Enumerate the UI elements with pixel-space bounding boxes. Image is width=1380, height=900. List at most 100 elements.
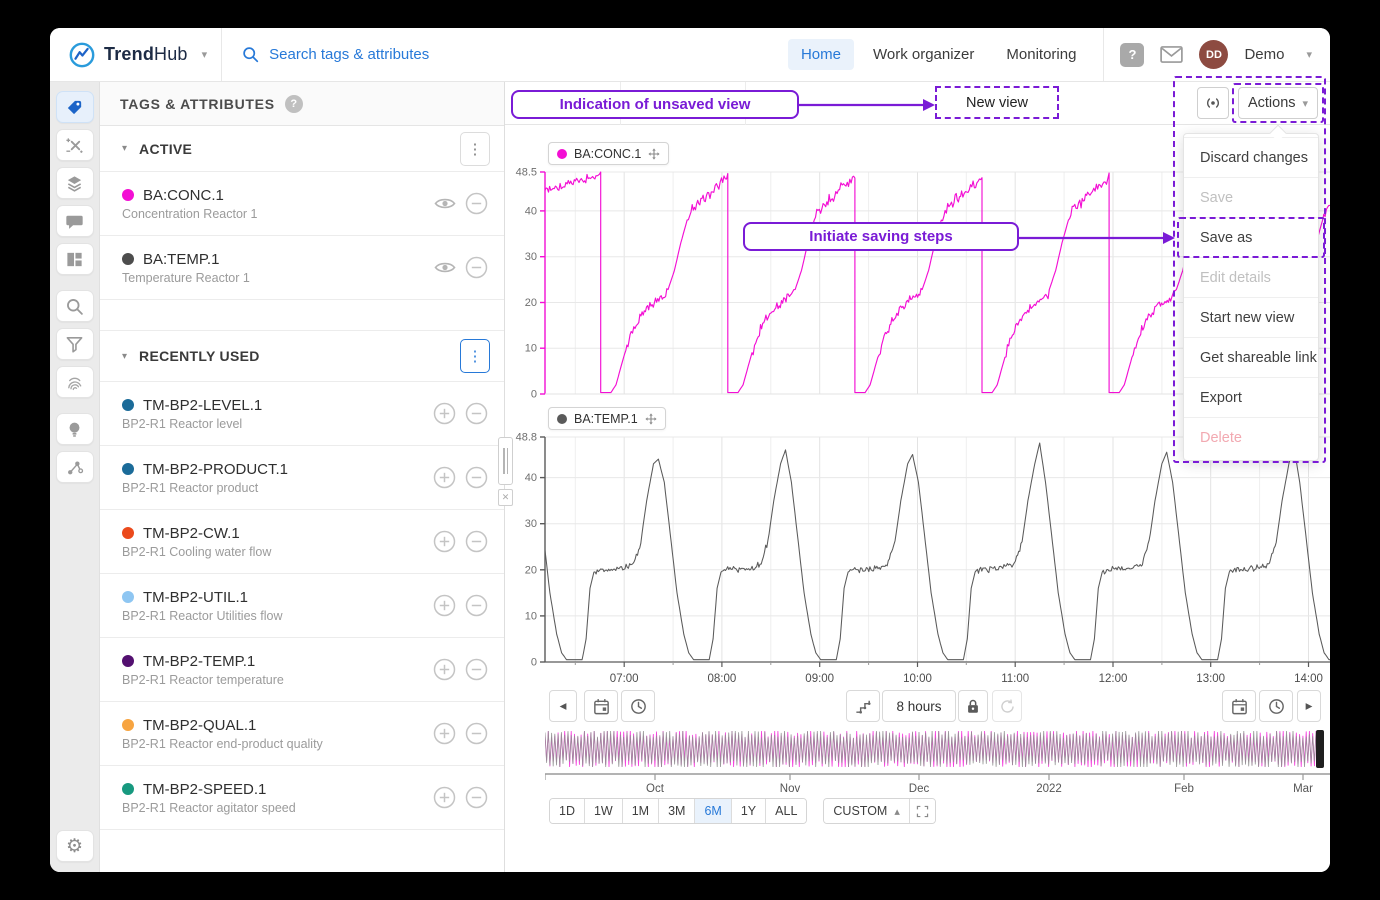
legend-chip-conc[interactable]: BA:CONC.1 bbox=[548, 142, 670, 165]
tag-row[interactable]: TM-BP2-LEVEL.1 BP2-R1 Reactor level bbox=[100, 382, 504, 446]
preset-1y[interactable]: 1Y bbox=[730, 799, 766, 823]
avatar[interactable]: DD bbox=[1199, 40, 1229, 69]
user-name[interactable]: Demo bbox=[1244, 46, 1284, 63]
tag-row[interactable]: BA:CONC.1 Concentration Reactor 1 bbox=[100, 172, 504, 236]
tag-row[interactable]: TM-BP2-UTIL.1 BP2-R1 Reactor Utilities fl… bbox=[100, 574, 504, 638]
sidebar-search-button[interactable] bbox=[55, 290, 94, 322]
tag-row-controls bbox=[433, 466, 488, 489]
panel-collapse-button[interactable]: ✕ bbox=[498, 489, 513, 506]
menu-item-save-as[interactable]: Save as bbox=[1184, 217, 1318, 257]
chevron-down-icon[interactable]: ▾ bbox=[1306, 48, 1312, 61]
add-circle-icon[interactable] bbox=[433, 466, 456, 489]
remove-circle-icon[interactable] bbox=[465, 658, 488, 681]
brand[interactable]: TrendHub ▾ bbox=[50, 28, 223, 81]
section-header-active[interactable]: ▾ ACTIVE ⋮ bbox=[100, 126, 504, 172]
chevron-down-icon: ▾ bbox=[1302, 97, 1309, 110]
chevron-down-icon[interactable]: ▾ bbox=[202, 48, 208, 61]
tags-panel-header: TAGS & ATTRIBUTES ? bbox=[100, 82, 504, 126]
preset-3m[interactable]: 3M bbox=[658, 799, 695, 823]
remove-circle-icon[interactable] bbox=[465, 530, 488, 553]
sidebar-lightbulb-button[interactable] bbox=[55, 413, 94, 445]
tag-color-dot bbox=[122, 783, 134, 795]
search-bar[interactable]: Search tags & attributes bbox=[222, 46, 788, 63]
preset-1m[interactable]: 1M bbox=[621, 799, 659, 823]
tag-row[interactable]: TM-BP2-TEMP.1 BP2-R1 Reactor temperature bbox=[100, 638, 504, 702]
menu-item-start-new-view[interactable]: Start new view bbox=[1184, 297, 1318, 337]
tag-name: TM-BP2-QUAL.1 bbox=[143, 716, 257, 734]
move-icon[interactable] bbox=[645, 412, 657, 425]
sidebar-dashboard-button[interactable] bbox=[55, 243, 94, 275]
lock-icon bbox=[968, 699, 978, 713]
add-circle-icon[interactable] bbox=[433, 658, 456, 681]
mail-icon[interactable] bbox=[1160, 46, 1184, 63]
trend-chart-temp[interactable]: 0 10 20 30 40 48.8 07:00 08:00 09:00 10:00 11:00 12… bbox=[505, 427, 1330, 717]
tag-row[interactable]: TM-BP2-CW.1 BP2-R1 Cooling water flow bbox=[100, 510, 504, 574]
legend-chip-temp[interactable]: BA:TEMP.1 bbox=[548, 407, 666, 430]
start-time-button[interactable] bbox=[621, 690, 655, 722]
sidebar-tag-button[interactable] bbox=[55, 91, 94, 123]
add-circle-icon[interactable] bbox=[433, 594, 456, 617]
pan-right-button[interactable]: ▸ bbox=[1297, 690, 1321, 722]
sidebar-graph-button[interactable] bbox=[55, 451, 94, 483]
sidebar-filter-button[interactable] bbox=[55, 328, 94, 360]
section-label: ACTIVE bbox=[139, 140, 193, 157]
lock-duration-button[interactable] bbox=[958, 690, 988, 722]
end-date-button[interactable] bbox=[1222, 690, 1256, 722]
tag-name: TM-BP2-UTIL.1 bbox=[143, 588, 249, 606]
menu-item-get-shareable-link[interactable]: Get shareable link bbox=[1184, 337, 1318, 377]
remove-circle-icon[interactable] bbox=[465, 722, 488, 745]
chart-area: New view Actions ▾ Indication of unsaved… bbox=[505, 76, 1330, 872]
menu-item-discard-changes[interactable]: Discard changes bbox=[1184, 137, 1318, 177]
preset-1d[interactable]: 1D bbox=[550, 799, 584, 823]
actions-button[interactable]: Actions ▾ bbox=[1238, 87, 1318, 119]
remove-circle-icon[interactable] bbox=[465, 786, 488, 809]
expand-range-button[interactable] bbox=[908, 799, 935, 823]
sidebar-comment-button[interactable] bbox=[55, 205, 94, 237]
sidebar-formula-button[interactable] bbox=[55, 129, 94, 161]
panel-help-icon[interactable]: ? bbox=[284, 94, 303, 113]
context-bar[interactable]: Oct Nov Dec 2022 Feb Mar bbox=[545, 730, 1330, 794]
sidebar-fingerprint-button[interactable] bbox=[55, 366, 94, 398]
add-circle-icon[interactable] bbox=[433, 722, 456, 745]
pan-left-button[interactable]: ◂ bbox=[549, 690, 577, 722]
nav-link-monitoring[interactable]: Monitoring bbox=[993, 39, 1089, 70]
preset-all[interactable]: ALL bbox=[765, 799, 807, 823]
nav-link-work-organizer[interactable]: Work organizer bbox=[860, 39, 987, 70]
section-header-recently-used[interactable]: ▾ RECENTLY USED ⋮ bbox=[100, 330, 504, 382]
view-title[interactable]: New view bbox=[935, 87, 1059, 119]
remove-circle-icon[interactable] bbox=[465, 466, 488, 489]
add-circle-icon[interactable] bbox=[433, 530, 456, 553]
tag-row[interactable]: TM-BP2-QUAL.1 BP2-R1 Reactor end-product … bbox=[100, 702, 504, 766]
clock-icon bbox=[630, 698, 646, 714]
remove-circle-icon[interactable] bbox=[465, 402, 488, 425]
add-circle-icon[interactable] bbox=[433, 402, 456, 425]
move-icon[interactable] bbox=[648, 147, 660, 160]
preset-6m[interactable]: 6M bbox=[694, 799, 731, 823]
help-icon[interactable]: ? bbox=[1120, 42, 1145, 67]
remove-circle-icon[interactable] bbox=[465, 256, 488, 279]
tag-row[interactable]: TM-BP2-PRODUCT.1 BP2-R1 Reactor product bbox=[100, 446, 504, 510]
duration-button[interactable]: 8 hours bbox=[882, 690, 956, 722]
tag-row[interactable]: BA:TEMP.1 Temperature Reactor 1 bbox=[100, 236, 504, 300]
start-date-button[interactable] bbox=[584, 690, 618, 722]
tag-name: BA:TEMP.1 bbox=[143, 250, 220, 268]
context-slider-handle bbox=[1316, 730, 1324, 768]
eye-icon[interactable] bbox=[434, 260, 456, 275]
menu-item-export[interactable]: Export bbox=[1184, 377, 1318, 417]
add-circle-icon[interactable] bbox=[433, 786, 456, 809]
end-time-button[interactable] bbox=[1259, 690, 1293, 722]
compare-mode-button[interactable] bbox=[846, 690, 880, 722]
sidebar-settings-button[interactable]: ⚙ bbox=[55, 830, 94, 862]
sidebar-layers-button[interactable] bbox=[55, 167, 94, 199]
nav-link-home[interactable]: Home bbox=[787, 39, 854, 70]
remove-circle-icon[interactable] bbox=[465, 192, 488, 215]
section-menu-button[interactable]: ⋮ bbox=[460, 131, 490, 166]
eye-icon[interactable] bbox=[434, 196, 456, 211]
remove-circle-icon[interactable] bbox=[465, 594, 488, 617]
custom-range-button[interactable]: CUSTOM ▴ bbox=[824, 799, 909, 823]
panel-resize-handle[interactable] bbox=[498, 437, 513, 485]
preset-1w[interactable]: 1W bbox=[583, 799, 622, 823]
live-mode-button[interactable] bbox=[1197, 87, 1229, 119]
tag-row[interactable]: TM-BP2-SPEED.1 BP2-R1 Reactor agitator sp… bbox=[100, 766, 504, 830]
section-menu-button[interactable]: ⋮ bbox=[460, 339, 490, 373]
